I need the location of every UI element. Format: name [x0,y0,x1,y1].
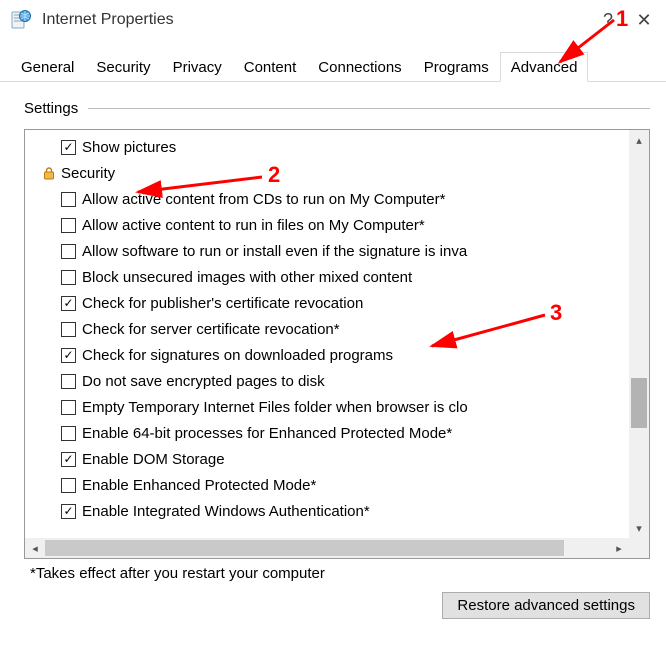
tab-advanced[interactable]: Advanced [500,52,589,82]
tab-strip: General Security Privacy Content Connect… [0,48,666,82]
settings-tree[interactable]: Show pictures Security Allow active cont… [24,129,650,559]
setting-label: Allow software to run or install even if… [82,243,467,260]
tab-content[interactable]: Content [233,52,308,81]
internet-options-icon [10,9,32,31]
lock-icon [41,165,57,181]
setting-item[interactable]: Allow active content to run in files on … [25,212,629,238]
setting-item[interactable]: Check for publisher's certificate revoca… [25,290,629,316]
hscroll-thumb[interactable] [45,540,564,556]
setting-label: Block unsecured images with other mixed … [82,269,412,286]
setting-item[interactable]: Enable 64-bit processes for Enhanced Pro… [25,420,629,446]
setting-show-pictures[interactable]: Show pictures [25,134,629,160]
settings-tree-inner: Show pictures Security Allow active cont… [25,130,629,524]
setting-label: Allow active content to run in files on … [82,217,425,234]
header-rule [88,108,650,109]
setting-item[interactable]: Allow software to run or install even if… [25,238,629,264]
scrollbar-corner [629,538,649,558]
advanced-panel: Settings Show pictures Security Allow ac… [0,82,666,629]
scroll-down-icon[interactable]: ▾ [629,518,649,538]
setting-item[interactable]: Allow active content from CDs to run on … [25,186,629,212]
checkbox-icon[interactable] [61,374,76,389]
setting-item[interactable]: Empty Temporary Internet Files folder wh… [25,394,629,420]
scroll-right-icon[interactable]: ▸ [609,538,629,558]
checkbox-icon[interactable] [61,504,76,519]
setting-label: Allow active content from CDs to run on … [82,191,445,208]
setting-item[interactable]: Enable Enhanced Protected Mode* [25,472,629,498]
setting-item[interactable]: Enable Integrated Windows Authentication… [25,498,629,524]
title-bar: Internet Properties ? ✕ [0,0,666,40]
scroll-up-icon[interactable]: ▴ [629,130,649,150]
setting-label: Check for signatures on downloaded progr… [82,347,393,364]
hscroll-track[interactable] [45,538,609,558]
restore-row: Restore advanced settings [24,592,650,619]
vscroll-thumb[interactable] [631,378,647,428]
checkbox-icon[interactable] [61,348,76,363]
setting-label: Check for server certificate revocation* [82,321,340,338]
setting-check-server-cert-revocation[interactable]: Check for server certificate revocation* [25,316,629,342]
checkbox-icon[interactable] [61,296,76,311]
setting-item[interactable]: Do not save encrypted pages to disk [25,368,629,394]
vertical-scrollbar[interactable]: ▴ ▾ [629,130,649,538]
close-button[interactable]: ✕ [626,2,662,38]
tab-privacy[interactable]: Privacy [162,52,233,81]
window-title: Internet Properties [42,11,590,29]
setting-item[interactable]: Enable DOM Storage [25,446,629,472]
category-security[interactable]: Security [25,160,629,186]
setting-label: Check for publisher's certificate revoca… [82,295,363,312]
tab-general[interactable]: General [10,52,85,81]
tab-programs[interactable]: Programs [413,52,500,81]
setting-label: Enable Integrated Windows Authentication… [82,503,370,520]
category-label: Security [61,165,115,182]
setting-label: Enable 64-bit processes for Enhanced Pro… [82,425,452,442]
checkbox-icon[interactable] [61,322,76,337]
setting-label: Enable Enhanced Protected Mode* [82,477,316,494]
help-button[interactable]: ? [590,2,626,38]
checkbox-icon[interactable] [61,140,76,155]
checkbox-icon[interactable] [61,478,76,493]
setting-item[interactable]: Block unsecured images with other mixed … [25,264,629,290]
scroll-left-icon[interactable]: ◂ [25,538,45,558]
checkbox-icon[interactable] [61,218,76,233]
checkbox-icon[interactable] [61,400,76,415]
setting-label: Empty Temporary Internet Files folder wh… [82,399,468,416]
vscroll-track[interactable] [629,150,649,518]
tab-connections[interactable]: Connections [307,52,412,81]
setting-label: Enable DOM Storage [82,451,225,468]
horizontal-scrollbar[interactable]: ◂ ▸ [25,538,629,558]
setting-label: Show pictures [82,139,176,156]
tab-security[interactable]: Security [85,52,161,81]
setting-item[interactable]: Check for signatures on downloaded progr… [25,342,629,368]
restore-advanced-settings-button[interactable]: Restore advanced settings [442,592,650,619]
checkbox-icon[interactable] [61,244,76,259]
checkbox-icon[interactable] [61,426,76,441]
checkbox-icon[interactable] [61,270,76,285]
settings-label: Settings [24,100,88,117]
checkbox-icon[interactable] [61,192,76,207]
checkbox-icon[interactable] [61,452,76,467]
restart-note: *Takes effect after you restart your com… [30,565,650,582]
setting-label: Do not save encrypted pages to disk [82,373,325,390]
settings-section-header: Settings [24,100,650,117]
